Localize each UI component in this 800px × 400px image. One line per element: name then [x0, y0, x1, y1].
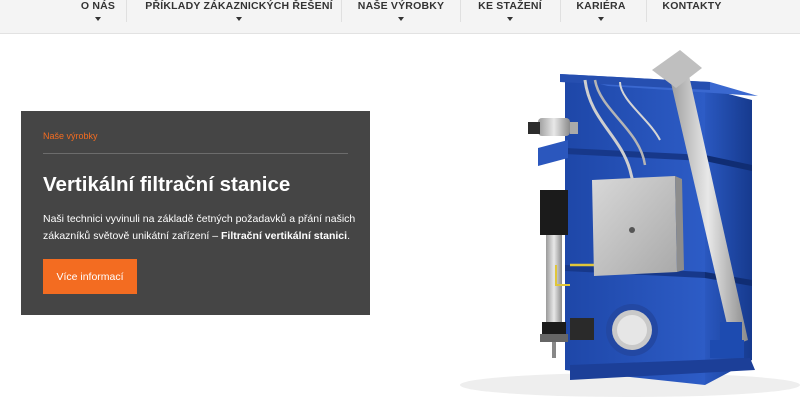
nav-divider — [341, 0, 342, 22]
hero-card: Naše výrobky Vertikální filtrační stanic… — [21, 111, 370, 315]
nav-divider — [126, 0, 127, 22]
hero-title: Vertikální filtrační stanice — [43, 173, 291, 196]
chevron-down-icon — [507, 17, 513, 21]
chevron-down-icon — [598, 17, 604, 21]
nav-item-kontakty[interactable]: KONTAKTY — [662, 0, 722, 34]
nav-item-label: NAŠE VÝROBKY — [357, 0, 445, 12]
nav-item-kariera[interactable]: KARIÉRA — [576, 0, 626, 34]
hero-description-highlight: Filtrační vertikální stanici — [221, 230, 348, 242]
nav-item-label: PŘÍKLADY ZÁKAZNICKÝCH ŘEŠENÍ — [145, 0, 333, 12]
more-info-button[interactable]: Více informací — [43, 259, 137, 294]
chevron-down-icon — [95, 17, 101, 21]
nav-divider — [460, 0, 461, 22]
nav-item-o-nas[interactable]: O NÁS — [78, 0, 118, 34]
nav-item-label: O NÁS — [80, 0, 116, 12]
hero-description-end: . — [347, 230, 350, 242]
nav-item-label: KARIÉRA — [576, 0, 626, 12]
hero-description: Naši technici vyvinuli na základě četnýc… — [43, 211, 361, 245]
filtration-station-image — [460, 50, 800, 397]
chevron-down-icon — [398, 17, 404, 21]
hero-kicker: Naše výrobky — [43, 131, 98, 141]
nav-divider — [560, 0, 561, 22]
nav-item-ke-stazeni[interactable]: KE STAŽENÍ — [478, 0, 542, 34]
main-navigation: O NÁS PŘÍKLADY ZÁKAZNICKÝCH ŘEŠENÍ NAŠE … — [0, 0, 800, 34]
nav-item-priklady[interactable]: PŘÍKLADY ZÁKAZNICKÝCH ŘEŠENÍ — [145, 0, 333, 34]
nav-item-label: KONTAKTY — [662, 0, 722, 12]
nav-item-label: KE STAŽENÍ — [478, 0, 542, 12]
chevron-down-icon — [236, 17, 242, 21]
nav-item-nase-vyrobky[interactable]: NAŠE VÝROBKY — [358, 0, 444, 34]
hero-divider — [43, 153, 348, 154]
nav-divider — [646, 0, 647, 22]
